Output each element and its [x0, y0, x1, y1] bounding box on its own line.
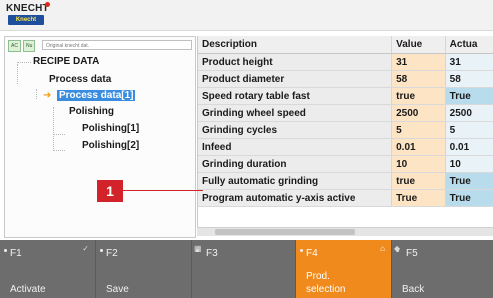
tree-connector: [53, 150, 65, 151]
tree-connector: [53, 107, 54, 151]
lock-icon: ◆: [394, 244, 401, 253]
cell-value[interactable]: 0.01: [391, 138, 446, 156]
column-header-actual[interactable]: Actua: [445, 36, 493, 54]
tree-filter-input[interactable]: Original knecht dat.: [42, 40, 192, 50]
cell-value[interactable]: 2500: [391, 104, 446, 122]
tree-connector: [17, 62, 31, 63]
parameter-table-panel: Description Value Actua Product height 3…: [197, 36, 493, 236]
function-key-label: F3: [206, 248, 218, 259]
table-row[interactable]: Program automatic y-axis active True Tru…: [198, 189, 493, 207]
table-row[interactable]: Product diameter 58 58: [198, 70, 493, 88]
cell-value[interactable]: 58: [391, 70, 446, 88]
cell-description: Grinding wheel speed: [198, 104, 393, 122]
logo-plate: Knecht: [8, 15, 44, 25]
dot-icon: [300, 249, 303, 252]
knecht-logo: KNECHT Knecht: [4, 2, 50, 27]
parameter-table: Description Value Actua Product height 3…: [198, 36, 493, 207]
function-key-bar: F1 ✓ Activate F2 Save ▦ F3 F4 ⌂ Prod. se…: [0, 240, 493, 298]
cell-actual: 10: [445, 155, 493, 173]
cell-value[interactable]: 10: [391, 155, 446, 173]
app-header: KNECHT Knecht: [0, 0, 493, 31]
toolbar-button-ac[interactable]: AC: [8, 40, 21, 52]
callout-leader-line: [123, 190, 203, 191]
table-row[interactable]: Speed rotary table fast true True: [198, 87, 493, 105]
scrollbar-thumb[interactable]: [215, 229, 355, 235]
callout-badge: 1: [97, 180, 123, 202]
cell-description: Speed rotary table fast: [198, 87, 393, 105]
tree-item-polishing-2[interactable]: Polishing[2]: [82, 140, 139, 151]
home-icon: ⌂: [380, 244, 385, 253]
dot-icon: [100, 249, 103, 252]
function-key-caption: Activate: [10, 284, 46, 295]
check-icon: ✓: [82, 244, 89, 253]
grid-icon: ▦: [194, 244, 202, 253]
tree-connector: [53, 134, 65, 135]
cell-actual: True: [445, 189, 493, 207]
tree-item-recipe-data[interactable]: RECIPE DATA: [33, 56, 99, 67]
function-key-f5-back[interactable]: ◆ F5 Back: [392, 240, 493, 298]
table-row[interactable]: Grinding duration 10 10: [198, 155, 493, 173]
tree-item-process-data[interactable]: Process data: [49, 74, 111, 85]
function-key-label: F5: [406, 248, 418, 259]
function-key-caption-line1: Prod.: [306, 271, 330, 282]
table-row[interactable]: Grinding wheel speed 2500 2500: [198, 104, 493, 122]
logo-text: KNECHT: [6, 3, 49, 14]
function-key-f4-prod-selection[interactable]: F4 ⌂ Prod. selection: [296, 240, 392, 298]
function-key-label: F2: [106, 248, 118, 259]
cell-value[interactable]: 5: [391, 121, 446, 139]
cell-actual: 31: [445, 53, 493, 71]
function-key-f3[interactable]: ▦ F3: [192, 240, 296, 298]
cell-actual: 2500: [445, 104, 493, 122]
toolbar-button-nu[interactable]: Nu: [23, 40, 36, 52]
cell-value[interactable]: true: [391, 172, 446, 190]
function-key-label: F1: [10, 248, 22, 259]
cell-description: Grinding cycles: [198, 121, 393, 139]
table-header-row: Description Value Actua: [198, 36, 493, 54]
cell-actual: 5: [445, 121, 493, 139]
tree-toolbar: AC Nu Original knecht dat.: [8, 39, 192, 53]
cell-actual: 58: [445, 70, 493, 88]
table-row[interactable]: Product height 31 31: [198, 53, 493, 71]
cell-description: Product diameter: [198, 70, 393, 88]
cell-value[interactable]: true: [391, 87, 446, 105]
function-key-caption: Back: [402, 284, 425, 295]
horizontal-scrollbar[interactable]: [197, 227, 493, 236]
arrow-right-icon: ➜: [43, 90, 52, 101]
tree-item-process-data-1[interactable]: Process data[1]: [57, 90, 136, 101]
function-key-f2-save[interactable]: F2 Save: [96, 240, 192, 298]
column-header-value[interactable]: Value: [391, 36, 446, 54]
logo-dot-icon: [45, 2, 50, 7]
tree-connector: [36, 89, 37, 99]
tree-item-polishing-1[interactable]: Polishing[1]: [82, 123, 139, 134]
cell-actual: 0.01: [445, 138, 493, 156]
tree-connector: [17, 64, 18, 84]
cell-description: Infeed: [198, 138, 393, 156]
table-row[interactable]: Grinding cycles 5 5: [198, 121, 493, 139]
column-header-description[interactable]: Description: [198, 36, 393, 54]
recipe-tree-panel: AC Nu Original knecht dat. RECIPE DATA P…: [4, 36, 196, 238]
cell-description: Program automatic y-axis active: [198, 189, 393, 207]
cell-value[interactable]: 31: [391, 53, 446, 71]
cell-actual: True: [445, 172, 493, 190]
dot-icon: [4, 249, 7, 252]
cell-description: Product height: [198, 53, 393, 71]
cell-actual: True: [445, 87, 493, 105]
cell-value[interactable]: True: [391, 189, 446, 207]
cell-description: Grinding duration: [198, 155, 393, 173]
table-row[interactable]: Infeed 0.01 0.01: [198, 138, 493, 156]
function-key-caption: selection: [306, 284, 346, 295]
table-row[interactable]: Fully automatic grinding true True: [198, 172, 493, 190]
function-key-label: F4: [306, 248, 318, 259]
function-key-f1-activate[interactable]: F1 ✓ Activate: [0, 240, 96, 298]
cell-description: Fully automatic grinding: [198, 172, 393, 190]
function-key-caption: Save: [106, 284, 129, 295]
tree-item-polishing[interactable]: Polishing: [69, 106, 114, 117]
